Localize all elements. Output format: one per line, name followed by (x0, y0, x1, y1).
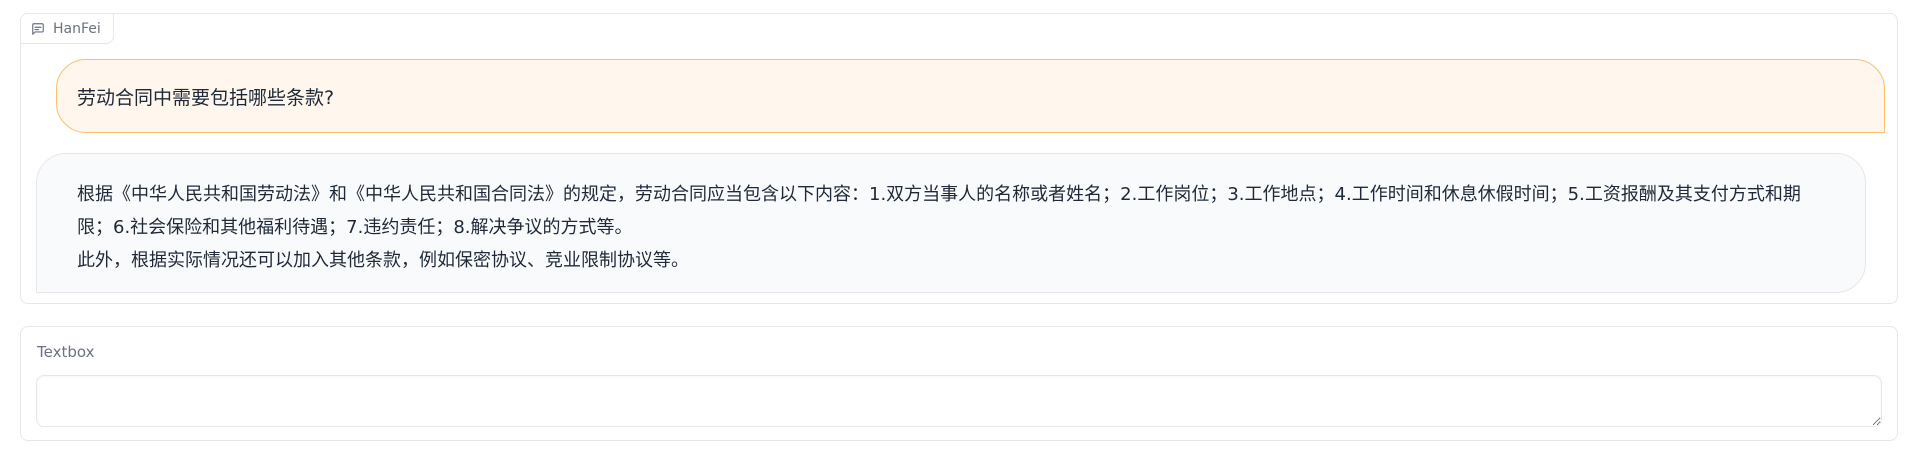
textbox-panel: Textbox (20, 326, 1898, 441)
chat-icon (31, 22, 45, 36)
chatbot-label-text: HanFei (53, 20, 101, 37)
user-message-text: 劳动合同中需要包括哪些条款? (77, 86, 335, 109)
chatbot-panel: HanFei 劳动合同中需要包括哪些条款? 根据《中华人民共和国劳动法》和《中华… (20, 13, 1898, 304)
user-message: 劳动合同中需要包括哪些条款? (56, 59, 1885, 133)
message-input[interactable] (36, 375, 1882, 427)
bot-message-paragraph: 此外，根据实际情况还可以加入其他条款，例如保密协议、竞业限制协议等。 (77, 250, 689, 271)
textbox-label: Textbox (37, 343, 95, 361)
bot-message: 根据《中华人民共和国劳动法》和《中华人民共和国合同法》的规定，劳动合同应当包含以… (36, 153, 1866, 293)
chatbot-label: HanFei (21, 14, 114, 44)
bot-message-paragraph: 根据《中华人民共和国劳动法》和《中华人民共和国合同法》的规定，劳动合同应当包含以… (77, 184, 1801, 238)
